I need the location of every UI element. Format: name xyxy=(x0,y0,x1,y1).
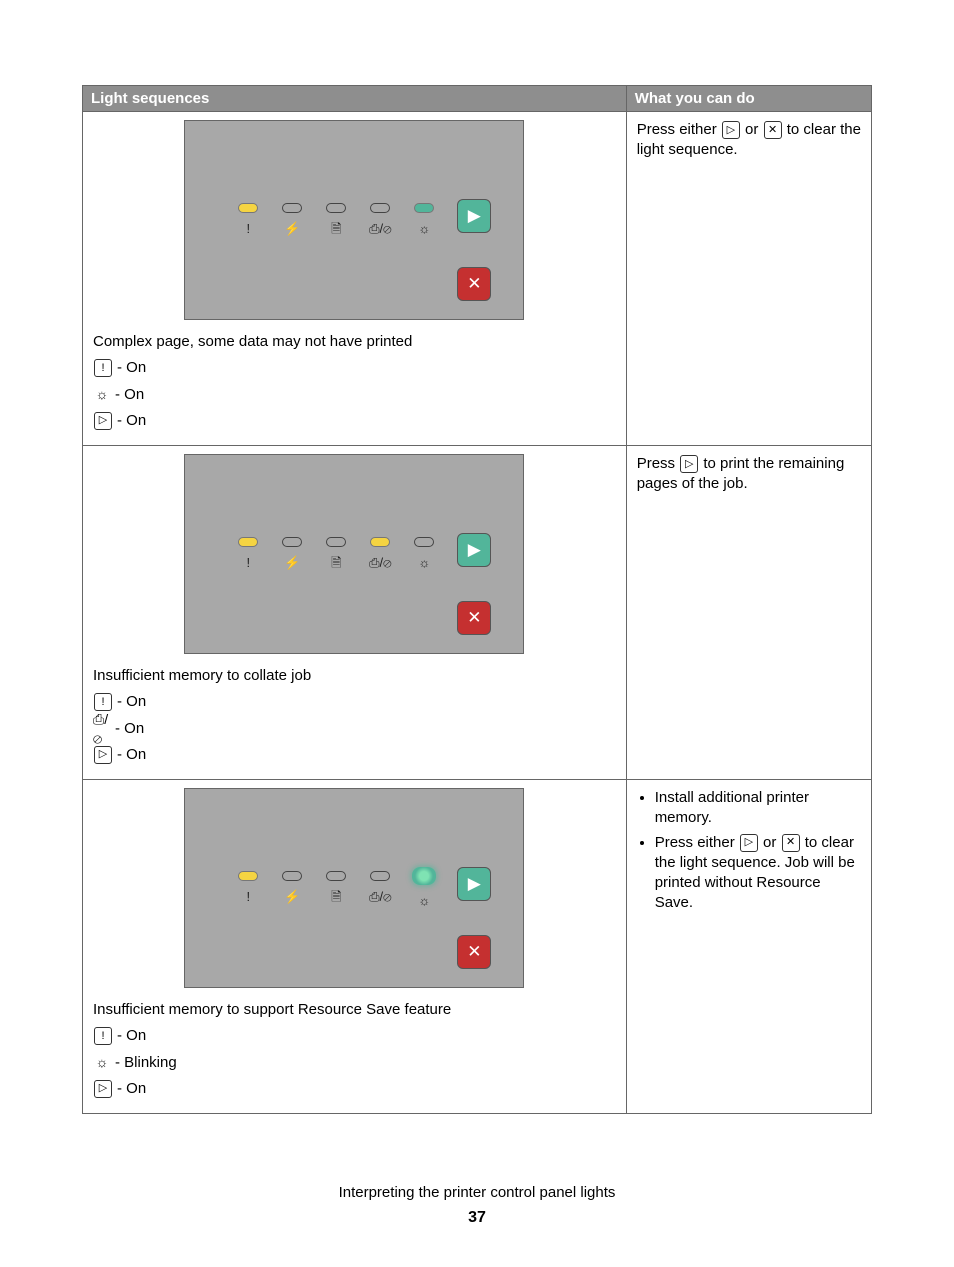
play-icon: ▷ xyxy=(740,834,758,852)
led-toner xyxy=(370,203,390,213)
toner-icon: ⎙/⊘ xyxy=(369,555,392,570)
ready-icon: ☼ xyxy=(418,555,430,570)
led-jam xyxy=(282,537,302,547)
paper-icon: 🗎 xyxy=(331,221,341,236)
stop-button: ✕ xyxy=(457,935,491,969)
toner-icon: ⎙/⊘ xyxy=(369,889,392,904)
led-error xyxy=(238,871,258,881)
led-jam xyxy=(282,871,302,881)
go-button: ▶ xyxy=(457,867,491,901)
led-toner xyxy=(370,871,390,881)
sequence-caption: Insufficient memory to support Resource … xyxy=(93,1000,616,1020)
table-row: ! ⚡ 🗎 ⎙/⊘ ☼ ▶ ✕ Insufficient memory to s… xyxy=(83,780,872,1114)
table-row: ! ⚡ 🗎 ⎙/⊘ ☼ ▶ ✕ Complex page, some data … xyxy=(83,112,872,446)
action-text: Press either xyxy=(637,121,721,138)
led-error xyxy=(238,537,258,547)
paper-icon: 🗎 xyxy=(331,555,341,570)
play-icon: ▷ xyxy=(94,1080,112,1098)
light-sequence-table: Light sequences What you can do ! ⚡ 🗎 ⎙/… xyxy=(82,85,872,1114)
led-paper xyxy=(326,203,346,213)
go-button: ▶ xyxy=(457,199,491,233)
table-row: ! ⚡ 🗎 ⎙/⊘ ☼ ▶ ✕ Insufficient memory to c… xyxy=(83,446,872,780)
sequence-caption: Complex page, some data may not have pri… xyxy=(93,332,616,352)
action-item: Press either ▷ or ✕ to clear the light s… xyxy=(655,833,861,914)
ready-icon: ☼ xyxy=(418,893,430,908)
x-icon: ✕ xyxy=(764,121,782,139)
exclaim-icon: ! xyxy=(94,1027,112,1045)
printer-panel-illustration: ! ⚡ 🗎 ⎙/⊘ ☼ ▶ ✕ xyxy=(184,454,524,654)
toner-icon: ⎙/⊘ xyxy=(369,221,392,236)
paper-icon: 🗎 xyxy=(331,889,341,904)
jam-icon: ⚡ xyxy=(284,555,300,570)
action-list: Install additional printer memory. Press… xyxy=(655,788,861,914)
play-icon: ▷ xyxy=(722,121,740,139)
printer-panel-illustration: ! ⚡ 🗎 ⎙/⊘ ☼ ▶ ✕ xyxy=(184,120,524,320)
go-button: ▶ xyxy=(457,533,491,567)
error-icon: ! xyxy=(247,889,251,904)
error-icon: ! xyxy=(247,221,251,236)
header-what-you-can-do: What you can do xyxy=(626,86,871,112)
led-error xyxy=(238,203,258,213)
jam-icon: ⚡ xyxy=(284,889,300,904)
error-icon: ! xyxy=(247,555,251,570)
ready-icon: ☼ xyxy=(418,221,430,236)
x-icon: ✕ xyxy=(782,834,800,852)
play-icon: ▷ xyxy=(94,412,112,430)
play-icon: ▷ xyxy=(94,746,112,764)
sun-icon: ☼ xyxy=(93,1054,111,1072)
stop-button: ✕ xyxy=(457,267,491,301)
action-item: Install additional printer memory. xyxy=(655,788,861,829)
page-footer: Interpreting the printer control panel l… xyxy=(82,1184,872,1201)
exclaim-icon: ! xyxy=(94,693,112,711)
play-icon: ▷ xyxy=(680,455,698,473)
stop-button: ✕ xyxy=(457,601,491,635)
exclaim-icon: ! xyxy=(94,359,112,377)
sequence-caption: Insufficient memory to collate job xyxy=(93,666,616,686)
led-ready xyxy=(414,537,434,547)
led-ready xyxy=(414,203,434,213)
led-paper xyxy=(326,871,346,881)
header-light-sequences: Light sequences xyxy=(83,86,627,112)
led-toner xyxy=(370,537,390,547)
page-number: 37 xyxy=(82,1209,872,1227)
action-text: Press xyxy=(637,455,680,472)
led-jam xyxy=(282,203,302,213)
led-paper xyxy=(326,537,346,547)
printer-panel-illustration: ! ⚡ 🗎 ⎙/⊘ ☼ ▶ ✕ xyxy=(184,788,524,988)
led-ready-blinking xyxy=(412,867,436,885)
sun-icon: ☼ xyxy=(93,386,111,404)
jam-icon: ⚡ xyxy=(284,221,300,236)
toner-icon: ⎙/⊘ xyxy=(93,720,111,738)
